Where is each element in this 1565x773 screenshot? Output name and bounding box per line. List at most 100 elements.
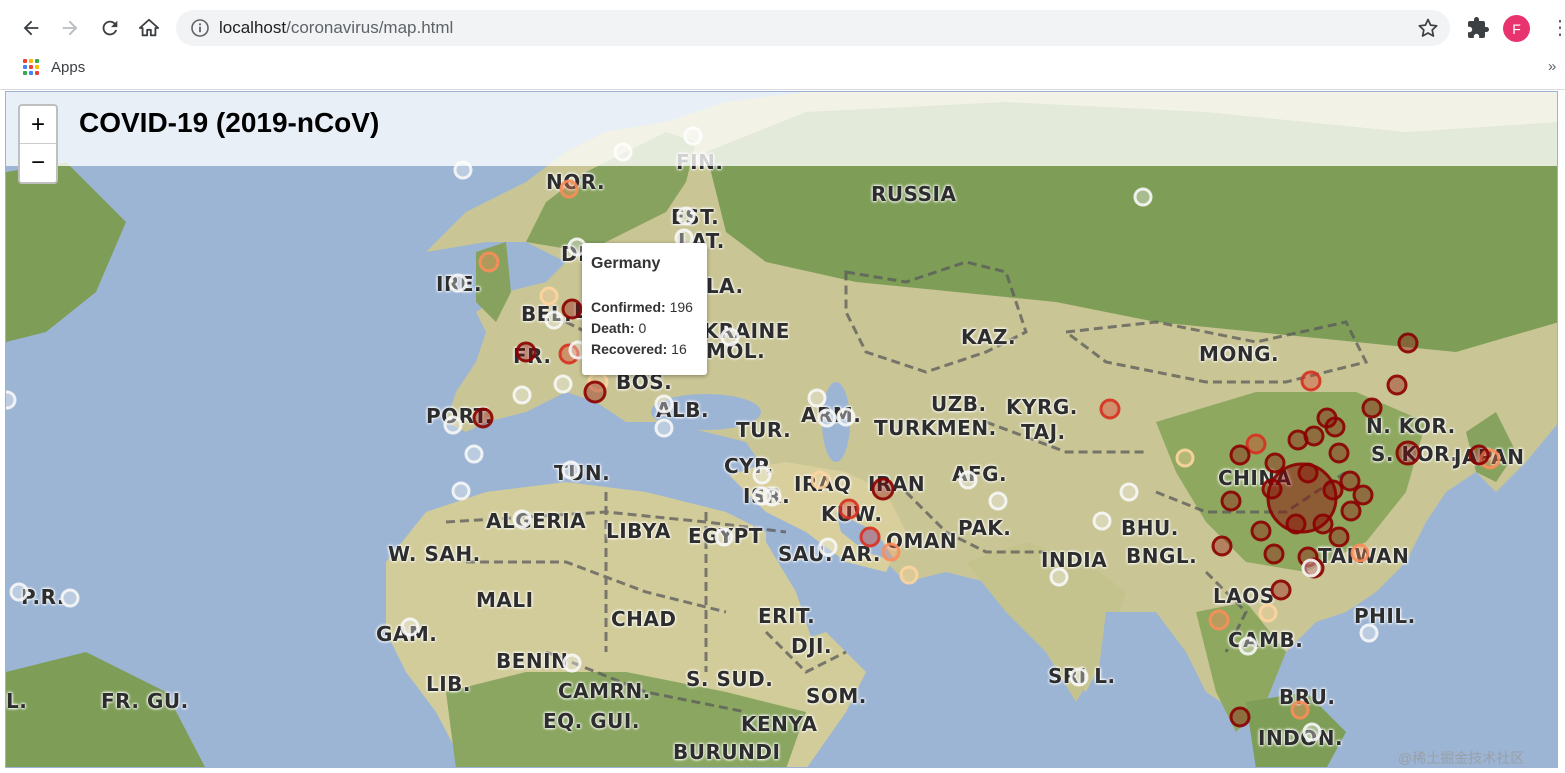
outbreak-marker[interactable] — [818, 537, 838, 557]
outbreak-marker[interactable] — [464, 444, 484, 464]
apps-bookmark[interactable]: Apps — [51, 59, 85, 76]
outbreak-marker[interactable] — [1270, 579, 1292, 601]
outbreak-marker[interactable] — [1220, 490, 1242, 512]
outbreak-marker[interactable] — [512, 385, 532, 405]
outbreak-marker[interactable] — [1352, 484, 1374, 506]
outbreak-marker[interactable] — [810, 470, 830, 490]
outbreak-marker[interactable] — [60, 588, 80, 608]
outbreak-marker[interactable] — [1092, 511, 1112, 531]
outbreak-marker[interactable] — [1287, 429, 1309, 451]
outbreak-marker[interactable] — [1119, 482, 1139, 502]
outbreak-marker[interactable] — [515, 341, 537, 363]
outbreak-marker[interactable] — [1211, 535, 1233, 557]
outbreak-marker[interactable] — [1133, 187, 1153, 207]
outbreak-marker[interactable] — [451, 481, 471, 501]
outbreak-marker[interactable] — [654, 418, 674, 438]
outbreak-marker[interactable] — [1263, 543, 1285, 565]
outbreak-marker[interactable] — [1395, 440, 1421, 466]
outbreak-marker[interactable] — [1261, 478, 1283, 500]
outbreak-marker[interactable] — [1361, 397, 1383, 419]
outbreak-marker[interactable] — [988, 491, 1008, 511]
outbreak-marker[interactable] — [448, 273, 468, 293]
outbreak-marker[interactable] — [1328, 442, 1350, 464]
outbreak-marker[interactable] — [881, 542, 901, 562]
outbreak-marker[interactable] — [720, 327, 740, 347]
forward-button[interactable] — [54, 12, 86, 44]
outbreak-marker[interactable] — [1285, 513, 1307, 535]
outbreak-marker[interactable] — [1297, 462, 1319, 484]
outbreak-marker[interactable] — [1328, 526, 1350, 548]
outbreak-marker[interactable] — [1290, 700, 1310, 720]
reload-button[interactable] — [94, 12, 126, 44]
outbreak-marker[interactable] — [1312, 513, 1334, 535]
back-button[interactable] — [15, 12, 47, 44]
outbreak-marker[interactable] — [899, 565, 919, 585]
outbreak-marker[interactable] — [654, 394, 674, 414]
outbreak-marker[interactable] — [1175, 448, 1195, 468]
outbreak-marker[interactable] — [1250, 520, 1272, 542]
outbreak-marker[interactable] — [1397, 332, 1419, 354]
bookmarks-bar: Apps » — [0, 52, 1565, 84]
outbreak-marker[interactable] — [1350, 543, 1370, 563]
outbreak-marker[interactable] — [443, 415, 463, 435]
outbreak-marker[interactable] — [561, 298, 583, 320]
outbreak-marker[interactable] — [6, 390, 17, 410]
outbreak-marker[interactable] — [583, 380, 607, 404]
extensions-icon[interactable] — [1466, 16, 1490, 40]
outbreak-marker[interactable] — [1386, 374, 1408, 396]
outbreak-marker[interactable] — [1324, 416, 1346, 438]
outbreak-marker[interactable] — [1049, 567, 1069, 587]
outbreak-marker[interactable] — [512, 509, 532, 529]
outbreak-marker[interactable] — [562, 653, 582, 673]
outbreak-marker[interactable] — [1468, 444, 1490, 466]
outbreak-marker[interactable] — [1099, 398, 1121, 420]
outbreak-marker[interactable] — [807, 388, 827, 408]
zoom-in-button[interactable]: + — [20, 106, 56, 144]
outbreak-marker[interactable] — [958, 470, 978, 490]
bookmarks-overflow-icon[interactable]: » — [1548, 58, 1556, 75]
outbreak-marker[interactable] — [9, 582, 29, 602]
outbreak-marker[interactable] — [1300, 370, 1322, 392]
outbreak-marker[interactable] — [762, 487, 782, 507]
outbreak-marker[interactable] — [1302, 722, 1322, 742]
outbreak-marker[interactable] — [1359, 623, 1379, 643]
star-icon[interactable] — [1416, 16, 1440, 40]
outbreak-marker[interactable] — [539, 286, 559, 306]
reload-icon — [102, 20, 118, 36]
address-bar[interactable]: localhost/coronavirus/map.html — [176, 10, 1450, 46]
outbreak-marker[interactable] — [1069, 667, 1089, 687]
outbreak-marker[interactable] — [1208, 609, 1230, 631]
zoom-out-button[interactable]: − — [20, 144, 56, 182]
outbreak-marker[interactable] — [1340, 500, 1362, 522]
outbreak-marker[interactable] — [400, 617, 420, 637]
outbreak-marker[interactable] — [472, 407, 494, 429]
outbreak-marker[interactable] — [1238, 636, 1258, 656]
outbreak-marker[interactable] — [1301, 558, 1321, 578]
outbreak-marker[interactable] — [544, 310, 564, 330]
outbreak-marker[interactable] — [1245, 433, 1267, 455]
outbreak-marker[interactable] — [817, 408, 837, 428]
outbreak-marker[interactable] — [1258, 603, 1278, 623]
outbreak-marker[interactable] — [553, 374, 573, 394]
outbreak-marker[interactable] — [859, 526, 881, 548]
outbreak-marker[interactable] — [752, 465, 772, 485]
menu-icon[interactable]: ⋮ — [1550, 16, 1565, 40]
map-viewport[interactable]: NOR.FIN.EST.LAT.RUSSIADEN.IRE.BEL.LITH.B… — [5, 91, 1558, 768]
outbreak-marker[interactable] — [836, 407, 856, 427]
outbreak-marker[interactable] — [676, 206, 696, 226]
apps-grid-icon[interactable] — [23, 59, 41, 77]
home-button[interactable] — [133, 12, 165, 44]
outbreak-marker[interactable] — [838, 498, 860, 520]
info-icon[interactable] — [190, 18, 210, 38]
outbreak-marker[interactable] — [559, 179, 579, 199]
outbreak-marker[interactable] — [478, 251, 500, 273]
watermark: @稀土掘金技术社区 — [1398, 750, 1525, 766]
outbreak-marker[interactable] — [561, 460, 581, 480]
url-text[interactable]: localhost/coronavirus/map.html — [219, 18, 453, 38]
outbreak-marker[interactable] — [1229, 706, 1251, 728]
outbreak-marker[interactable] — [871, 477, 895, 501]
profile-avatar[interactable]: F — [1503, 15, 1530, 42]
outbreak-marker[interactable] — [1322, 479, 1344, 501]
outbreak-marker[interactable] — [714, 527, 734, 547]
outbreak-marker[interactable] — [1229, 444, 1251, 466]
